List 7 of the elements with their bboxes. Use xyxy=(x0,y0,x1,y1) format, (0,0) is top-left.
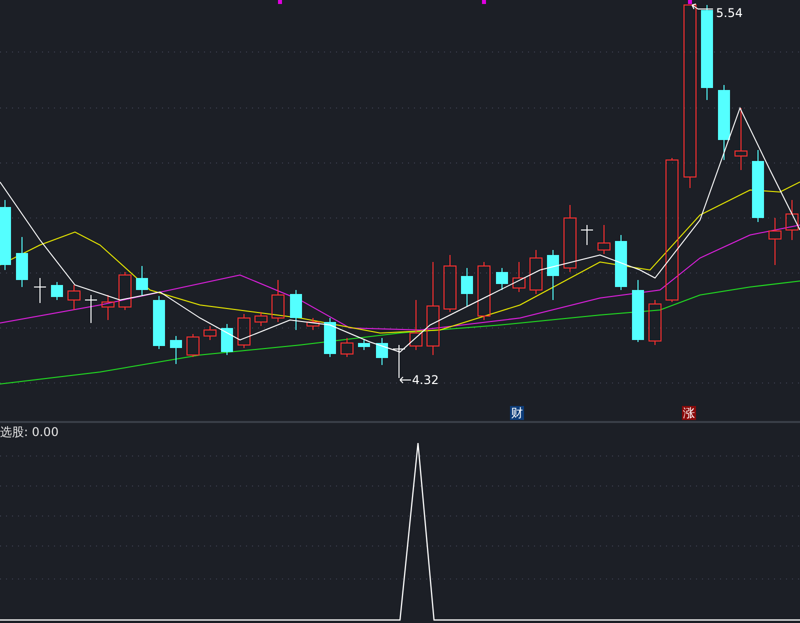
leader-line xyxy=(692,4,714,10)
high-price-label: 5.54 xyxy=(716,6,743,20)
low-price-label: 4.32 xyxy=(412,373,439,387)
event-marker[interactable]: 涨 xyxy=(682,406,696,420)
indicator-label: 选股: 0.00 xyxy=(0,424,59,441)
leader-line xyxy=(400,376,412,384)
event-marker[interactable]: 财 xyxy=(510,406,524,420)
